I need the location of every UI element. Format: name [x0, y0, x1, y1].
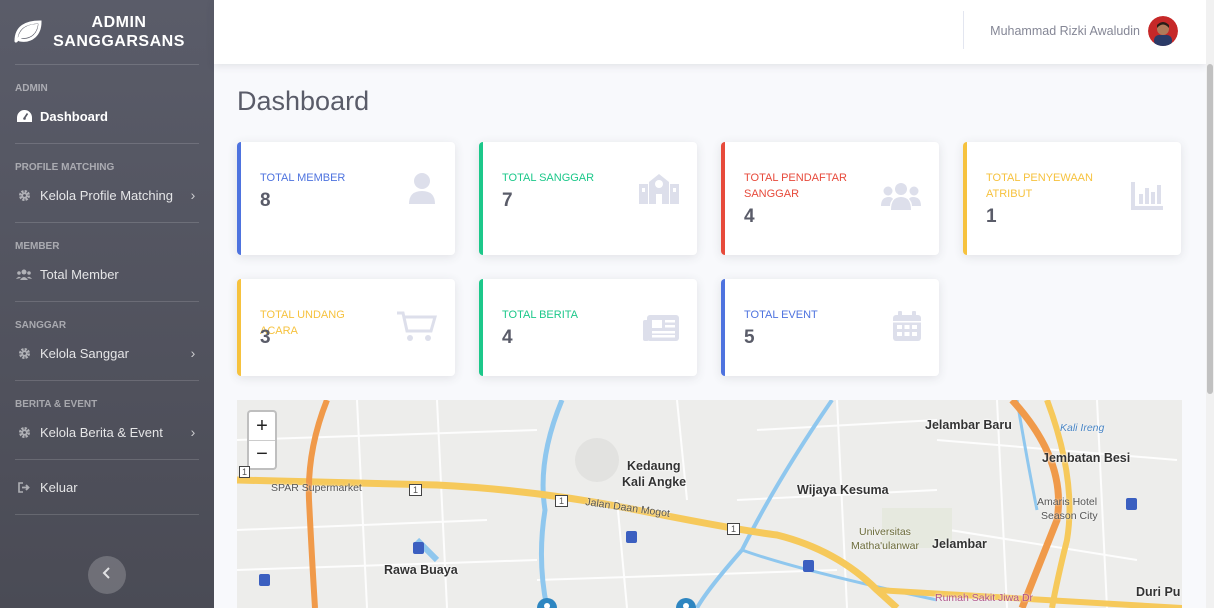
heading-sanggar: SANGGAR	[15, 320, 67, 331]
cog-icon	[16, 425, 32, 439]
card-label: TOTAL UNDANG ACARA	[260, 309, 345, 337]
brand-line1: ADMIN	[91, 14, 147, 31]
sidebar-item-label: Total Member	[40, 266, 119, 282]
card-label: TOTAL PENYEWAAN ATRIBUT	[986, 172, 1093, 200]
map-label: Jelambar	[932, 537, 987, 551]
divider	[15, 514, 199, 515]
chevron-right-icon: ›	[190, 424, 196, 440]
cart-icon	[397, 311, 437, 348]
sidebar-item-label: Kelola Sanggar	[40, 345, 129, 361]
brand-line2: SANGGARSANS	[53, 33, 185, 50]
map-label: Kali Angke	[622, 475, 687, 489]
card-total-pendaftar-sanggar[interactable]: TOTAL PENDAFTAR SANGGAR 4	[721, 142, 939, 255]
map-label: Amaris Hotel	[1037, 496, 1098, 508]
map-label: Matha'ulanwar	[851, 540, 919, 552]
card-label: TOTAL BERITA	[502, 309, 578, 321]
sidebar-item-label: Kelola Berita & Event	[40, 424, 163, 440]
road-shield: 1	[555, 495, 569, 507]
tachometer-icon	[16, 109, 32, 123]
card-value: 1	[986, 206, 997, 227]
newspaper-icon	[643, 315, 679, 346]
map-label: Kedaung	[627, 459, 681, 473]
map-label: Rawa Buaya	[384, 563, 458, 577]
sidebar-item-total-member[interactable]: Total Member	[0, 257, 214, 291]
sidebar-toggle-button[interactable]	[88, 556, 126, 594]
avatar[interactable]	[1148, 16, 1178, 46]
card-total-member[interactable]: TOTAL MEMBER 8	[237, 142, 455, 255]
map-label: SPAR Supermarket	[271, 482, 362, 494]
card-label: TOTAL PENDAFTAR SANGGAR	[744, 172, 847, 200]
sidebar: ADMIN SANGGARSANS ADMIN Dashboard PROFIL…	[0, 0, 214, 608]
map-label: Jelambar Baru	[925, 418, 1012, 432]
sidebar-item-label: Dashboard	[40, 108, 108, 124]
bar-chart-icon	[1131, 182, 1163, 215]
cog-icon	[16, 346, 32, 360]
heading-member: MEMBER	[15, 241, 60, 252]
map-label: Season City	[1041, 510, 1098, 522]
sidebar-item-keluar[interactable]: Keluar	[0, 470, 214, 504]
card-label: TOTAL MEMBER	[260, 172, 346, 184]
chevron-right-icon: ›	[190, 187, 196, 203]
card-total-event[interactable]: TOTAL EVENT 5	[721, 279, 939, 376]
card-value: 3	[260, 327, 271, 348]
zoom-in-button[interactable]: +	[249, 412, 275, 440]
users-icon	[16, 267, 32, 281]
heading-berita-event: BERITA & EVENT	[15, 399, 98, 410]
card-total-sanggar[interactable]: TOTAL SANGGAR 7	[479, 142, 697, 255]
zoom-out-button[interactable]: −	[249, 440, 275, 468]
users-icon	[881, 182, 921, 215]
card-label: TOTAL SANGGAR	[502, 172, 595, 184]
calendar-icon	[893, 311, 921, 346]
card-label: TOTAL EVENT	[744, 309, 818, 321]
map-label: Duri Pu	[1136, 585, 1181, 599]
road-shield: 1	[727, 523, 741, 535]
card-total-penyewaan-atribut[interactable]: TOTAL PENYEWAAN ATRIBUT 1	[963, 142, 1181, 255]
road-shield: 1	[409, 484, 423, 496]
school-icon	[639, 172, 679, 209]
topbar-divider	[963, 11, 964, 49]
leaf-icon	[10, 15, 44, 49]
user-name[interactable]: Muhammad Rizki Awaludin	[990, 24, 1140, 38]
sidebar-item-dashboard[interactable]: Dashboard	[0, 99, 214, 133]
sidebar-item-kelola-berita-event[interactable]: Kelola Berita & Event ›	[0, 415, 214, 449]
page-title: Dashboard	[237, 86, 370, 116]
chevron-left-icon	[102, 566, 112, 584]
card-value: 5	[744, 327, 755, 348]
zoom-control: + −	[247, 410, 277, 470]
sidebar-item-kelola-profile-matching[interactable]: Kelola Profile Matching ›	[0, 178, 214, 212]
map-label: Kali Ireng	[1060, 422, 1105, 434]
road-shield: 1	[239, 466, 251, 478]
topbar: Muhammad Rizki Awaludin	[214, 0, 1206, 64]
scroll-thumb[interactable]	[1207, 64, 1213, 394]
map-label: Rumah Sakit Jiwa Dr	[935, 592, 1034, 604]
chevron-right-icon: ›	[190, 345, 196, 361]
cog-icon	[16, 188, 32, 202]
card-value: 8	[260, 190, 271, 211]
card-value: 7	[502, 190, 513, 211]
card-value: 4	[502, 327, 513, 348]
divider	[15, 459, 199, 460]
card-total-undang-acara[interactable]: TOTAL UNDANG ACARA 3	[237, 279, 455, 376]
map-label: Jembatan Besi	[1042, 451, 1131, 465]
sidebar-item-label: Keluar	[40, 479, 78, 495]
sidebar-item-kelola-sanggar[interactable]: Kelola Sanggar ›	[0, 336, 214, 370]
map-label: Wijaya Kesuma	[797, 483, 889, 497]
user-icon	[407, 172, 437, 209]
map-label: Universitas	[859, 526, 911, 538]
sidebar-item-label: Kelola Profile Matching	[40, 187, 173, 203]
map[interactable]: + − Jelambar Baru Kali Ireng Jembatan Be…	[237, 400, 1182, 608]
sign-out-icon	[16, 480, 32, 494]
card-value: 4	[744, 206, 755, 227]
brand[interactable]: ADMIN SANGGARSANS	[0, 0, 214, 64]
brand-text: ADMIN SANGGARSANS	[44, 13, 214, 51]
heading-profile-matching: PROFILE MATCHING	[15, 162, 115, 173]
heading-admin: ADMIN	[15, 83, 48, 94]
card-total-berita[interactable]: TOTAL BERITA 4	[479, 279, 697, 376]
scrollbar[interactable]	[1206, 0, 1214, 608]
